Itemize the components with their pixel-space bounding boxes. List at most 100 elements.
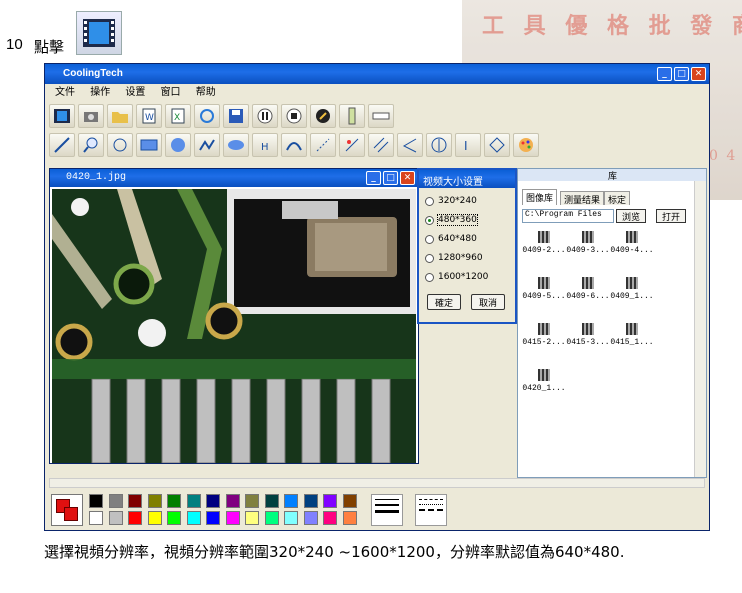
thumbnail-item[interactable]: 0415-3... xyxy=(564,323,612,347)
color-swatch[interactable] xyxy=(342,494,357,508)
color-swatch[interactable] xyxy=(284,494,298,508)
dash-style-button[interactable] xyxy=(415,494,447,526)
thumbnail-item[interactable]: 0409-4... xyxy=(608,231,656,255)
color-swatch[interactable] xyxy=(323,494,337,508)
color-swatch[interactable] xyxy=(206,494,220,508)
rectangle-tool[interactable] xyxy=(136,133,162,157)
arc-tool[interactable] xyxy=(281,133,307,157)
color-swatch[interactable] xyxy=(225,511,240,525)
word-export-button[interactable]: W xyxy=(136,104,162,128)
diamond-tool[interactable] xyxy=(484,133,510,157)
point-line-tool[interactable] xyxy=(339,133,365,157)
ellipse-tool[interactable] xyxy=(223,133,249,157)
resolution-option[interactable]: 640*480 xyxy=(425,234,477,244)
thumbnail-item[interactable]: 0415_1... xyxy=(608,323,656,347)
radio-button[interactable] xyxy=(425,215,434,225)
circle-tool[interactable] xyxy=(165,133,191,157)
settings-button[interactable] xyxy=(310,104,336,128)
color-swatch[interactable] xyxy=(284,511,298,525)
ruler-vertical-button[interactable] xyxy=(339,104,365,128)
thumbnail-item[interactable]: 0415-2... xyxy=(520,323,568,347)
excel-export-button[interactable]: X xyxy=(165,104,191,128)
browse-button[interactable]: 浏览 xyxy=(616,209,646,223)
capture-button[interactable] xyxy=(78,104,104,128)
image-minimize-button[interactable]: _ xyxy=(366,171,381,185)
maximize-button[interactable]: □ xyxy=(674,67,689,81)
color-swatch[interactable] xyxy=(167,494,181,508)
thumbnail-item[interactable]: 0409-3... xyxy=(564,231,612,255)
menu-help[interactable]: 帮助 xyxy=(196,84,216,102)
thumbnail-item[interactable]: 0409-2... xyxy=(520,231,568,255)
color-swatch[interactable] xyxy=(264,511,279,525)
angle-tool[interactable] xyxy=(397,133,423,157)
menu-settings[interactable]: 设置 xyxy=(125,84,145,102)
color-swatch[interactable] xyxy=(89,511,103,525)
open-button[interactable] xyxy=(107,104,133,128)
thumbnail-item[interactable]: 0409_1... xyxy=(608,277,656,301)
color-swatch[interactable] xyxy=(167,511,181,525)
pause-button[interactable] xyxy=(252,104,278,128)
color-swatch[interactable] xyxy=(108,511,123,525)
menu-file[interactable]: 文件 xyxy=(55,84,75,102)
color-swatch[interactable] xyxy=(186,511,201,525)
save-button[interactable] xyxy=(223,104,249,128)
tab-calibration[interactable]: 标定 xyxy=(604,191,631,206)
color-swatch[interactable] xyxy=(147,494,162,508)
thumbnail-item[interactable]: 0409-6... xyxy=(564,277,612,301)
color-swatch[interactable] xyxy=(147,511,162,525)
radio-button[interactable] xyxy=(425,272,434,282)
color-swatch[interactable] xyxy=(245,511,259,525)
radio-button[interactable] xyxy=(425,253,434,263)
zoom-tool[interactable] xyxy=(78,133,104,157)
path-select[interactable]: C:\Program Files xyxy=(522,209,614,223)
color-swatch[interactable] xyxy=(303,494,318,508)
color-swatch[interactable] xyxy=(245,494,259,508)
stop-button[interactable] xyxy=(281,104,307,128)
image-close-button[interactable]: ✕ xyxy=(400,171,415,185)
color-swatch[interactable] xyxy=(225,494,240,508)
text-tool[interactable]: I xyxy=(455,133,481,157)
thumbnail-item[interactable]: 0409-5... xyxy=(520,277,568,301)
horizontal-scrollbar[interactable] xyxy=(49,478,705,488)
ok-button[interactable]: 確定 xyxy=(427,294,461,310)
line-tool[interactable] xyxy=(49,133,75,157)
circle-center-tool[interactable] xyxy=(426,133,452,157)
color-swatch[interactable] xyxy=(89,494,103,508)
color-swatch[interactable] xyxy=(323,511,337,525)
minimize-button[interactable]: _ xyxy=(657,67,672,81)
close-button[interactable]: ✕ xyxy=(691,67,706,81)
cancel-button[interactable]: 取消 xyxy=(471,294,505,310)
image-maximize-button[interactable]: □ xyxy=(383,171,398,185)
library-scrollbar[interactable] xyxy=(694,181,706,477)
height-tool[interactable]: H xyxy=(252,133,278,157)
resolution-option[interactable]: 480*360 xyxy=(425,214,478,226)
open-file-button[interactable]: 打开 xyxy=(656,209,686,223)
tab-image-library[interactable]: 图像库 xyxy=(522,189,558,205)
radio-button[interactable] xyxy=(425,234,434,244)
tab-measure-results[interactable]: 测量结果 xyxy=(560,191,605,206)
current-color[interactable] xyxy=(51,494,83,526)
pointer-tool[interactable] xyxy=(107,133,133,157)
polyline-tool[interactable] xyxy=(194,133,220,157)
color-swatch[interactable] xyxy=(303,511,318,525)
color-swatch[interactable] xyxy=(128,494,142,508)
color-tool[interactable] xyxy=(513,133,539,157)
color-swatch[interactable] xyxy=(108,494,123,508)
thumbnail-item[interactable]: 0420_1... xyxy=(520,369,568,393)
menu-window[interactable]: 窗口 xyxy=(161,84,181,102)
resolution-option[interactable]: 320*240 xyxy=(425,196,477,206)
color-swatch[interactable] xyxy=(206,511,220,525)
color-swatch[interactable] xyxy=(186,494,201,508)
distance-tool[interactable] xyxy=(310,133,336,157)
resolution-option[interactable]: 1600*1200 xyxy=(425,272,488,282)
refresh-button[interactable] xyxy=(194,104,220,128)
color-swatch[interactable] xyxy=(264,494,279,508)
line-style-button[interactable] xyxy=(371,494,403,526)
parallel-tool[interactable] xyxy=(368,133,394,157)
resolution-option[interactable]: 1280*960 xyxy=(425,253,483,263)
ruler-horizontal-button[interactable] xyxy=(368,104,394,128)
radio-button[interactable] xyxy=(425,196,434,206)
color-swatch[interactable] xyxy=(342,511,357,525)
video-button[interactable] xyxy=(49,104,75,128)
menu-operate[interactable]: 操作 xyxy=(90,84,110,102)
